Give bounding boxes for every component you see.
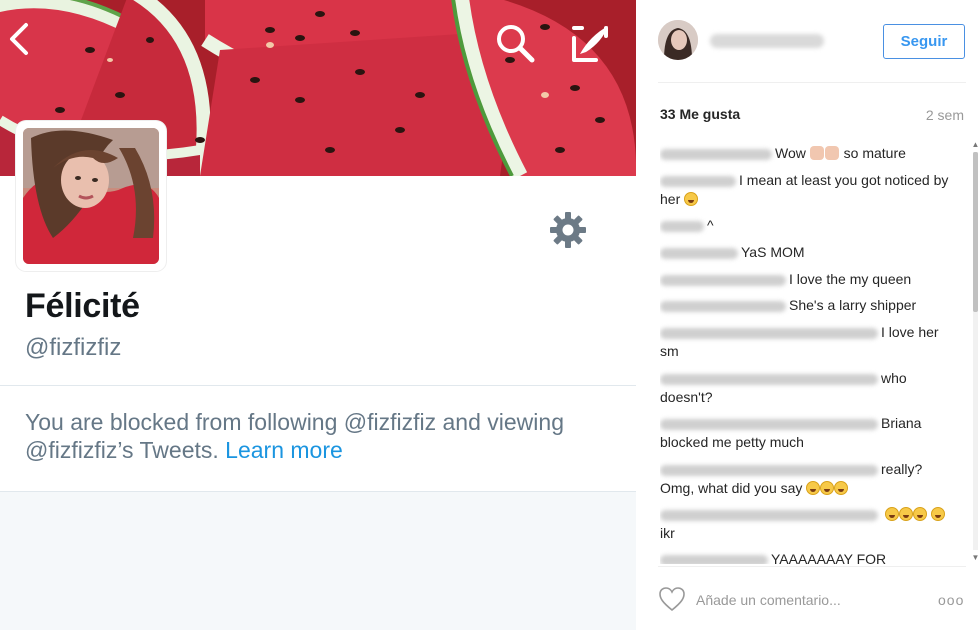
comment-text: Wow: [775, 145, 806, 161]
comment-item: I love her sm: [660, 323, 956, 361]
compose-button[interactable]: [568, 22, 614, 68]
laughing-emoji-icon: [834, 481, 849, 495]
poster-username-blurred[interactable]: [710, 34, 824, 48]
laughing-emoji-icon: [884, 507, 899, 521]
search-button[interactable]: [494, 22, 540, 68]
comment-text: ^: [707, 217, 714, 233]
commenter-name-blurred[interactable]: [660, 418, 878, 430]
search-icon: [497, 25, 535, 63]
clap-emoji-icon: [809, 146, 824, 160]
add-comment-input[interactable]: [696, 590, 916, 610]
scroll-down-arrow-icon[interactable]: ▼: [971, 553, 980, 562]
compose-icon: [572, 26, 608, 62]
commenter-name-blurred[interactable]: [660, 464, 878, 476]
footer-divider: [658, 566, 966, 567]
commenter-name-blurred[interactable]: [660, 175, 736, 187]
laughing-emoji-icon: [684, 192, 699, 206]
commenter-name-blurred[interactable]: [660, 509, 878, 521]
comment-item: She's a larry shipper: [660, 296, 956, 315]
scroll-up-arrow-icon[interactable]: ▲: [971, 140, 980, 149]
comment-item: really? Omg, what did you say: [660, 460, 956, 498]
instagram-comments-panel: Seguir 33 Me gusta 2 sem Wow so mature I…: [636, 0, 980, 630]
gear-icon: [550, 212, 586, 248]
header-divider: [658, 82, 966, 83]
post-header: Seguir: [636, 0, 980, 82]
profile-handle: @fizfizfiz: [25, 334, 122, 361]
commenter-name-blurred[interactable]: [660, 220, 704, 232]
twitter-profile-view: Félicité @fizfizfiz You are blocked from…: [0, 0, 636, 630]
comment-item: ikr: [660, 505, 956, 543]
comment-text: ikr: [660, 525, 675, 541]
learn-more-link[interactable]: Learn more: [225, 437, 343, 463]
profile-photo: [23, 128, 159, 264]
commenter-name-blurred[interactable]: [660, 300, 786, 312]
commenter-name-blurred[interactable]: [660, 554, 768, 564]
comment-item: I mean at least you got noticed by her: [660, 171, 956, 209]
comment-item: YAAAAAAAY FOR: [660, 550, 956, 564]
like-button[interactable]: [658, 586, 686, 612]
laughing-emoji-icon: [820, 481, 835, 495]
comment-item: YaS MOM: [660, 243, 956, 262]
comment-text: I love the my queen: [789, 271, 912, 287]
comments-scrollbar[interactable]: ▲ ▼: [970, 138, 980, 564]
back-arrow-icon: [10, 23, 28, 55]
comment-item: Briana blocked me petty much: [660, 414, 956, 452]
laughing-emoji-icon: [806, 481, 821, 495]
commenter-name-blurred[interactable]: [660, 373, 878, 385]
commenter-name-blurred[interactable]: [660, 247, 738, 259]
laughing-emoji-icon: [930, 507, 945, 521]
clap-emoji-icon: [824, 146, 839, 160]
comment-text: YaS MOM: [741, 244, 805, 260]
comment-item: I love the my queen: [660, 270, 956, 289]
comment-list: Wow so mature I mean at least you got no…: [660, 138, 964, 564]
comment-text-suffix: so mature: [843, 145, 906, 161]
heart-icon: [659, 587, 685, 612]
more-options-button[interactable]: ooo: [938, 592, 964, 608]
comment-item: who doesn't?: [660, 369, 956, 407]
comment-item: Wow so mature: [660, 144, 956, 163]
profile-avatar[interactable]: [16, 121, 166, 271]
commenter-name-blurred[interactable]: [660, 148, 772, 160]
comment-text: She's a larry shipper: [789, 297, 917, 313]
laughing-emoji-icon: [898, 507, 913, 521]
back-button[interactable]: [6, 22, 52, 68]
post-time: 2 sem: [925, 107, 964, 123]
likes-count[interactable]: 33 Me gusta: [660, 106, 740, 122]
commenter-name-blurred[interactable]: [660, 274, 786, 286]
settings-button[interactable]: [546, 208, 590, 252]
scroll-thumb[interactable]: [973, 152, 978, 312]
poster-avatar[interactable]: [658, 20, 698, 60]
comment-item: ^: [660, 216, 956, 235]
screenshot-root: Félicité @fizfizfiz You are blocked from…: [0, 0, 980, 630]
profile-display-name: Félicité: [25, 287, 140, 325]
blocked-message-paragraph: You are blocked from following @fizfizfi…: [25, 408, 611, 464]
comment-text: YAAAAAAAY FOR: [771, 551, 887, 564]
laughing-emoji-icon: [912, 507, 927, 521]
commenter-name-blurred[interactable]: [660, 327, 878, 339]
follow-button[interactable]: Seguir: [883, 24, 965, 59]
blocked-notice: You are blocked from following @fizfizfi…: [0, 386, 636, 492]
